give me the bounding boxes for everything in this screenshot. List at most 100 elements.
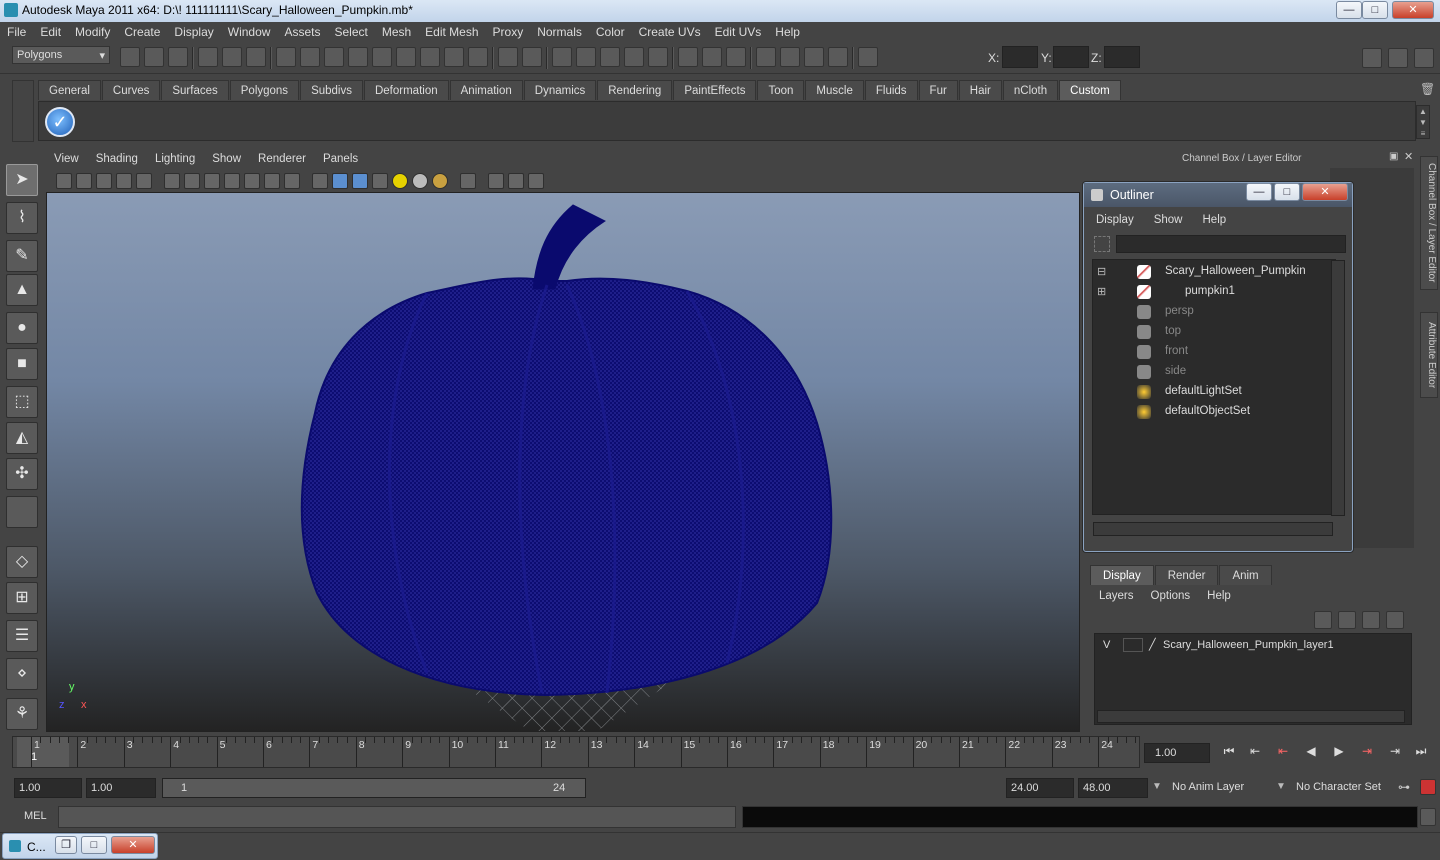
menu-proxy[interactable]: Proxy — [486, 22, 531, 42]
z-field[interactable] — [1104, 46, 1140, 68]
ipr-render-icon[interactable] — [804, 47, 824, 67]
persp-graph-layout-icon[interactable]: ⋄ — [6, 658, 38, 690]
layer-tab-render[interactable]: Render — [1154, 565, 1219, 585]
new-layer-selected-icon[interactable] — [1386, 611, 1404, 629]
menu-edit-uvs[interactable]: Edit UVs — [708, 22, 769, 42]
menu-help[interactable]: Help — [768, 22, 807, 42]
persp-outliner-layout-icon[interactable]: ☰ — [6, 620, 38, 652]
camera-attributes-icon[interactable] — [76, 173, 92, 189]
snap-grid-icon[interactable] — [552, 47, 572, 67]
outliner-menu-show[interactable]: Show — [1142, 211, 1191, 231]
auto-key-icon[interactable]: ⊶ — [1398, 780, 1410, 794]
outliner-item[interactable]: ⊟ Scary_Halloween_Pumpkin — [1093, 262, 1333, 282]
snap-plane-icon[interactable] — [624, 47, 644, 67]
maximize-button[interactable]: □ — [1362, 1, 1388, 19]
mel-label[interactable]: MEL — [24, 810, 47, 822]
menu-create[interactable]: Create — [117, 22, 167, 42]
step-forward-icon[interactable]: ⇥ — [1384, 744, 1406, 764]
outliner-vscroll[interactable] — [1331, 260, 1345, 516]
menu-create-uvs[interactable]: Create UVs — [632, 22, 708, 42]
shelf-tab-subdivs[interactable]: Subdivs — [300, 80, 363, 100]
open-scene-icon[interactable] — [144, 47, 164, 67]
end-time-field[interactable]: 48.00 — [1078, 778, 1148, 798]
select-object-icon[interactable] — [222, 47, 242, 67]
menu-display[interactable]: Display — [167, 22, 220, 42]
xray-joints-icon[interactable] — [508, 173, 524, 189]
range-slider[interactable]: 1 24 — [162, 778, 586, 798]
current-time-marker[interactable]: 1 — [17, 737, 69, 767]
layer-color-swatch[interactable]: ╱ — [1149, 638, 1156, 651]
shelf-tab-animation[interactable]: Animation — [449, 80, 523, 100]
shelf-tab-ncloth[interactable]: nCloth — [1002, 80, 1059, 100]
universal-manipulator-icon[interactable]: ⬚ — [6, 386, 38, 418]
layer-hscroll[interactable] — [1097, 710, 1405, 723]
textured-icon[interactable] — [372, 173, 388, 189]
menu-color[interactable]: Color — [589, 22, 632, 42]
new-scene-icon[interactable] — [120, 47, 140, 67]
outliner-filter-field[interactable] — [1116, 235, 1346, 253]
pick-mask-icon[interactable] — [276, 47, 296, 67]
outliner-item[interactable]: persp — [1093, 302, 1333, 322]
layer-menu-options[interactable]: Options — [1142, 588, 1199, 602]
start-time-field[interactable]: 1.00 — [14, 778, 82, 798]
layer-tab-anim[interactable]: Anim — [1219, 565, 1272, 585]
playback-start-field[interactable]: 1.00 — [86, 778, 156, 798]
safe-action-icon[interactable] — [264, 173, 280, 189]
float-icon[interactable]: ▣ — [1389, 151, 1398, 162]
isolate-select-icon[interactable] — [460, 173, 476, 189]
menu-edit[interactable]: Edit — [33, 22, 68, 42]
move-layer-down-icon[interactable] — [1338, 611, 1356, 629]
panel-menu-renderer[interactable]: Renderer — [250, 150, 315, 170]
go-to-start-icon[interactable]: ⏮ — [1218, 744, 1240, 764]
show-attribute-editor-icon[interactable] — [1362, 48, 1382, 68]
minimized-window[interactable]: C... ❐ □ ✕ — [2, 833, 158, 859]
four-view-layout-icon[interactable]: ⊞ — [6, 582, 38, 614]
input-ops-icon[interactable] — [678, 47, 698, 67]
close-button[interactable]: ✕ — [1392, 1, 1434, 19]
high-quality-icon[interactable] — [432, 173, 448, 189]
safe-title-icon[interactable] — [284, 173, 300, 189]
minimize-button[interactable]: — — [1336, 1, 1362, 19]
menu-assets[interactable]: Assets — [277, 22, 327, 42]
outliner-item[interactable]: defaultLightSet — [1093, 382, 1333, 402]
shelf-tab-dynamics[interactable]: Dynamics — [523, 80, 597, 100]
select-tool-icon[interactable]: ➤ — [6, 164, 38, 196]
outliner-item[interactable]: side — [1093, 362, 1333, 382]
lock-selection-icon[interactable] — [498, 47, 518, 67]
snap-curve-icon[interactable] — [576, 47, 596, 67]
x-field[interactable] — [1002, 46, 1038, 68]
perspective-viewport[interactable]: y x z — [46, 192, 1080, 732]
panel-menu-shading[interactable]: Shading — [88, 150, 147, 170]
outliner-minimize-button[interactable]: — — [1246, 183, 1272, 201]
show-tool-settings-icon[interactable] — [1388, 48, 1408, 68]
shelf-tab-polygons[interactable]: Polygons — [229, 80, 300, 100]
film-gate-icon[interactable] — [184, 173, 200, 189]
playback-end-field[interactable]: 24.00 — [1006, 778, 1074, 798]
field-chart-icon[interactable] — [244, 173, 260, 189]
shelf-tab-fur[interactable]: Fur — [918, 80, 958, 100]
select-misc-icon[interactable] — [468, 47, 488, 67]
layer-tab-display[interactable]: Display — [1090, 565, 1154, 585]
layer-menu-help[interactable]: Help — [1198, 588, 1239, 602]
shelf-tab-hair[interactable]: Hair — [958, 80, 1002, 100]
menu-select[interactable]: Select — [327, 22, 374, 42]
paint-select-tool-icon[interactable]: ✎ — [6, 240, 38, 272]
shelf-tab-curves[interactable]: Curves — [101, 80, 161, 100]
shelf-tab-fluids[interactable]: Fluids — [864, 80, 918, 100]
time-slider[interactable]: 1 1 2 3 4 5 6 7 8 9 10 11 12 13 14 15 16 17 18 19 20 21 22 23 2… — [12, 736, 1140, 768]
tab-channel-box[interactable]: Channel Box / Layer Editor — [1420, 156, 1438, 290]
menu-edit-mesh[interactable]: Edit Mesh — [418, 22, 485, 42]
use-all-lights-icon[interactable] — [392, 173, 408, 189]
trash-icon[interactable]: 🗑 — [1420, 82, 1435, 96]
outliner-item[interactable]: defaultObjectSet — [1093, 402, 1333, 422]
outliner-menu-display[interactable]: Display — [1084, 211, 1142, 231]
resolution-gate-icon[interactable] — [204, 173, 220, 189]
move-tool-icon[interactable]: ▲ — [6, 274, 38, 306]
menu-normals[interactable]: Normals — [530, 22, 589, 42]
pumpkin-stem[interactable] — [532, 204, 607, 290]
y-field[interactable] — [1053, 46, 1089, 68]
layer-type-toggle[interactable] — [1123, 638, 1143, 652]
select-handles-icon[interactable] — [300, 47, 320, 67]
shadows-icon[interactable] — [412, 173, 428, 189]
smooth-shade-icon[interactable] — [332, 173, 348, 189]
